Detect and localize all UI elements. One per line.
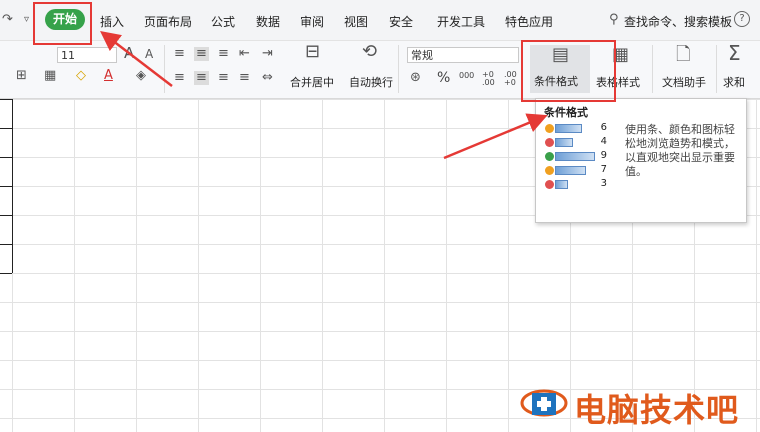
arrow-to-tooltip: [443, 113, 548, 160]
watermark-text: 电脑技术吧: [574, 391, 740, 429]
watermark-logo-icon: [520, 389, 568, 417]
annotation-arrows: [100, 30, 548, 160]
arrow-to-home: [100, 30, 173, 87]
